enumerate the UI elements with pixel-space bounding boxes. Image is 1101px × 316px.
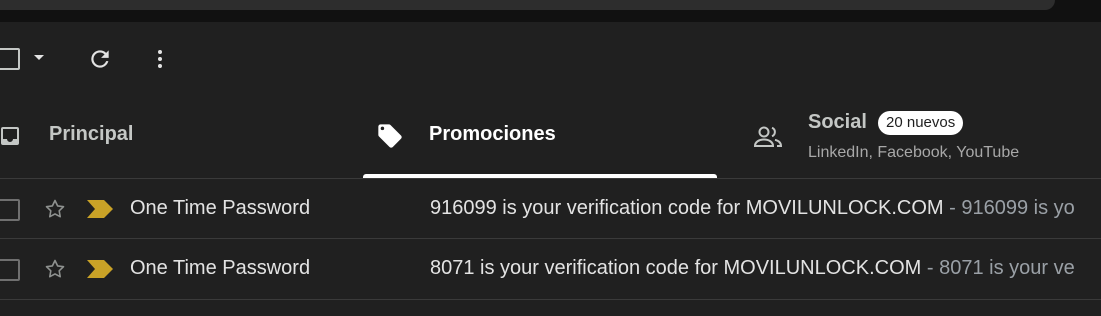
- people-icon: [753, 126, 783, 147]
- email-preview: 8071 is your ve: [939, 257, 1075, 279]
- chevron-down-icon[interactable]: [34, 55, 44, 60]
- tab-subtitle: LinkedIn, Facebook, YouTube: [808, 144, 1020, 161]
- category-tabs: Principal Promociones Social 20 nuevos L…: [0, 94, 1101, 178]
- star-icon[interactable]: [43, 257, 67, 281]
- important-marker-icon[interactable]: [87, 260, 113, 278]
- email-snippet: 916099 is your verification code for MOV…: [430, 197, 1075, 220]
- more-vert-icon[interactable]: [148, 46, 172, 72]
- tab-label: Promociones: [429, 123, 556, 145]
- inbox-icon: [1, 127, 19, 145]
- refresh-icon[interactable]: [87, 46, 113, 72]
- tab-principal[interactable]: Principal: [0, 94, 363, 178]
- new-count-badge: 20 nuevos: [878, 111, 964, 135]
- tab-promociones[interactable]: Promociones: [363, 94, 717, 178]
- row-checkbox[interactable]: [0, 259, 20, 281]
- snippet-separator: -: [943, 197, 962, 219]
- tab-label: Principal: [49, 123, 134, 145]
- email-sender: One Time Password: [130, 257, 311, 279]
- search-bar[interactable]: [0, 0, 1055, 10]
- row-checkbox[interactable]: [0, 199, 20, 221]
- email-sender: One Time Password: [130, 197, 311, 219]
- select-all-checkbox[interactable]: [0, 48, 20, 70]
- tab-social[interactable]: Social 20 nuevos LinkedIn, Facebook, You…: [717, 94, 1101, 178]
- email-row[interactable]: One Time Password 8071 is your verificat…: [0, 238, 1101, 300]
- email-preview: 916099 is yo: [961, 197, 1075, 219]
- email-snippet: 8071 is your verification code for MOVIL…: [430, 257, 1075, 280]
- email-subject: 916099 is your verification code for MOV…: [430, 197, 944, 219]
- toolbar: [0, 22, 1101, 94]
- important-marker-icon[interactable]: [87, 200, 113, 218]
- tab-label: Social: [808, 111, 867, 133]
- star-icon[interactable]: [43, 197, 67, 221]
- tag-icon: [378, 124, 402, 148]
- email-row[interactable]: One Time Password 916099 is your verific…: [0, 178, 1101, 239]
- email-subject: 8071 is your verification code for MOVIL…: [430, 257, 922, 279]
- snippet-separator: -: [921, 257, 940, 279]
